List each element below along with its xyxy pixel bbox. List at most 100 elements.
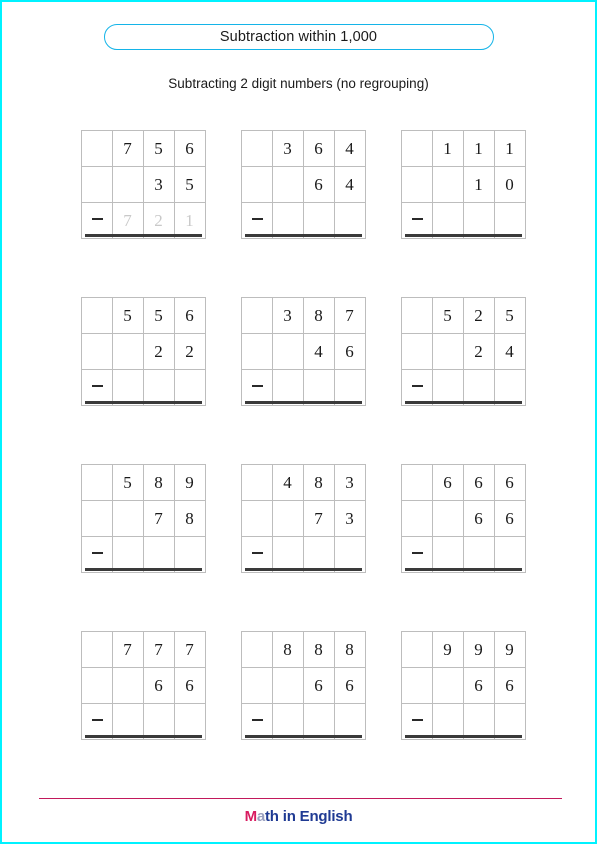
subtraction-problem: 48373 [240, 464, 366, 573]
subtrahend-row-cell: 2 [142, 333, 175, 370]
minuend-row-cell: 5 [431, 297, 464, 334]
subtraction-rule [404, 735, 522, 738]
minuend-row: 556 [80, 297, 206, 334]
subtraction-problem: 58978 [80, 464, 206, 573]
subtrahend-row-cell [400, 333, 433, 370]
subtraction-rule [244, 568, 362, 571]
problem-grid: 75635721 [80, 130, 206, 239]
subtrahend-row: 66 [400, 500, 526, 537]
subtrahend-row-cell: 1 [462, 166, 495, 203]
subtraction-problem: 88866 [240, 631, 366, 740]
subtraction-problem: 75635721 [80, 130, 206, 239]
subtraction-rule [84, 234, 202, 237]
minuend-row-cell: 6 [462, 464, 495, 501]
minuend-row-cell: 1 [493, 130, 526, 167]
minuend-row-cell: 1 [462, 130, 495, 167]
subtrahend-row-cell [431, 667, 464, 704]
minuend-row-cell: 9 [493, 631, 526, 668]
minus-sign-icon [251, 218, 263, 220]
subtrahend-row-cell: 6 [462, 667, 495, 704]
minuend-row-cell: 8 [302, 631, 335, 668]
minuend-row-cell: 6 [173, 130, 206, 167]
subtraction-problem: 38746 [240, 297, 366, 406]
minuend-row-cell: 3 [271, 130, 304, 167]
subtraction-rule [244, 234, 362, 237]
minuend-row: 111 [400, 130, 526, 167]
subtrahend-row-cell [111, 166, 144, 203]
subtrahend-row-cell: 7 [302, 500, 335, 537]
minuend-row-cell: 1 [431, 130, 464, 167]
subtraction-rule [84, 568, 202, 571]
problem-grid: 48373 [240, 464, 366, 573]
minuend-row-cell: 3 [271, 297, 304, 334]
subtrahend-row-cell [400, 500, 433, 537]
minuend-row-cell: 5 [111, 297, 144, 334]
minuend-row: 888 [240, 631, 366, 668]
worksheet-page: Subtraction within 1,000 Subtracting 2 d… [0, 0, 597, 844]
minuend-row-cell [400, 130, 433, 167]
minuend-row-cell: 5 [493, 297, 526, 334]
subtraction-problem: 55622 [80, 297, 206, 406]
subtrahend-row-cell [400, 667, 433, 704]
subtrahend-row-cell [240, 500, 273, 537]
minuend-row-cell [80, 130, 113, 167]
subtrahend-row-cell [431, 166, 464, 203]
minuend-row-cell: 7 [142, 631, 175, 668]
minuend-row-cell [400, 297, 433, 334]
subtrahend-row-cell: 3 [142, 166, 175, 203]
minuend-row-cell: 9 [173, 464, 206, 501]
subtraction-rule [244, 401, 362, 404]
subtrahend-row-cell: 6 [462, 500, 495, 537]
minuend-row: 666 [400, 464, 526, 501]
minus-sign-icon [411, 719, 423, 721]
logo-letter-m: M [244, 808, 258, 825]
subtrahend-row-cell: 4 [302, 333, 335, 370]
subtrahend-row-cell: 2 [462, 333, 495, 370]
minuend-row: 364 [240, 130, 366, 167]
subtraction-problem: 52524 [400, 297, 526, 406]
subtrahend-row-cell: 5 [173, 166, 206, 203]
minus-sign-icon [411, 218, 423, 220]
minuend-row-cell: 5 [111, 464, 144, 501]
subtrahend-row-cell [80, 166, 113, 203]
subtraction-problem: 36464 [240, 130, 366, 239]
subtrahend-row-cell: 4 [493, 333, 526, 370]
subtrahend-row-cell [240, 333, 273, 370]
subtraction-rule [84, 735, 202, 738]
minus-sign-icon [91, 719, 103, 721]
minuend-row-cell: 5 [142, 297, 175, 334]
footer-divider [39, 798, 562, 799]
problem-grid: 38746 [240, 297, 366, 406]
minuend-row-cell: 6 [493, 464, 526, 501]
minuend-row: 999 [400, 631, 526, 668]
minuend-row-cell: 7 [111, 631, 144, 668]
subtrahend-row-cell: 0 [493, 166, 526, 203]
subtraction-problem: 99966 [400, 631, 526, 740]
minuend-row-cell [240, 464, 273, 501]
subtrahend-row-cell: 4 [333, 166, 366, 203]
minuend-row: 387 [240, 297, 366, 334]
subtraction-problem: 11110 [400, 130, 526, 239]
subtrahend-row-cell [240, 667, 273, 704]
minus-sign-icon [251, 552, 263, 554]
subtrahend-row-cell [80, 667, 113, 704]
subtrahend-row-cell [80, 333, 113, 370]
minuend-row-cell: 8 [142, 464, 175, 501]
minuend-row-cell: 4 [271, 464, 304, 501]
minus-sign-icon [91, 552, 103, 554]
subtraction-problem: 66666 [400, 464, 526, 573]
problem-grid: 55622 [80, 297, 206, 406]
subtrahend-row: 35 [80, 166, 206, 203]
problem-grid: 77766 [80, 631, 206, 740]
problem-grid: 88866 [240, 631, 366, 740]
subtraction-rule [404, 401, 522, 404]
subtrahend-row-cell: 6 [302, 667, 335, 704]
minuend-row-cell: 6 [302, 130, 335, 167]
subtrahend-row-cell [271, 166, 304, 203]
subtrahend-row-cell: 6 [173, 667, 206, 704]
minuend-row: 589 [80, 464, 206, 501]
subtrahend-row: 10 [400, 166, 526, 203]
subtrahend-row: 46 [240, 333, 366, 370]
problem-grid-area: 7563572136464111105562238746525245897848… [2, 130, 597, 740]
minus-sign-icon [251, 719, 263, 721]
